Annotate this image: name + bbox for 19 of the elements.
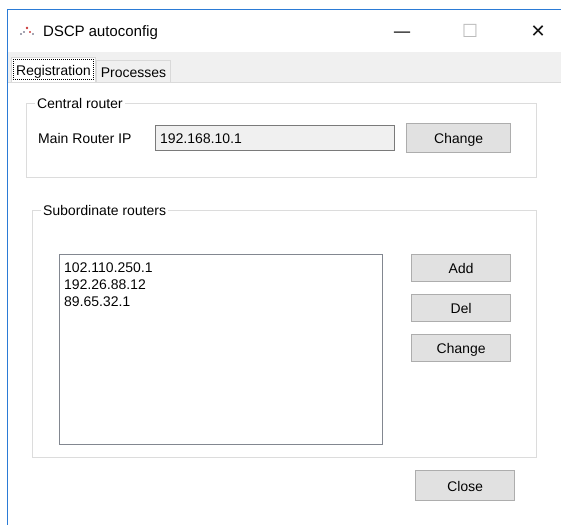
close-button[interactable]: Close <box>415 470 515 501</box>
list-item[interactable]: 102.110.250.1 <box>64 259 378 276</box>
list-item[interactable]: 89.65.32.1 <box>64 293 378 310</box>
field-label: Main Router IP <box>38 130 132 146</box>
window-title: DSCP autoconfig <box>43 22 158 40</box>
input-field[interactable]: 192.168.10.1 <box>155 125 395 151</box>
list-button[interactable]: Add <box>411 254 511 282</box>
list-button[interactable]: Change <box>411 334 511 362</box>
tab[interactable]: Processes <box>96 60 172 82</box>
list-box[interactable]: 102.110.250.1 192.26.88.12 89.65.32.1 <box>59 254 383 445</box>
minimize-button[interactable]: — <box>379 11 425 51</box>
app-icon <box>19 26 35 36</box>
group-title: Central router <box>36 95 124 111</box>
list-button[interactable]: Del <box>411 294 511 322</box>
group-title: Subordinate routers <box>42 202 167 218</box>
change-button[interactable]: Change <box>406 123 511 153</box>
tab[interactable]: Registration <box>11 57 96 82</box>
list-item[interactable]: 192.26.88.12 <box>64 276 378 293</box>
close-window-button[interactable]: ✕ <box>515 11 561 51</box>
